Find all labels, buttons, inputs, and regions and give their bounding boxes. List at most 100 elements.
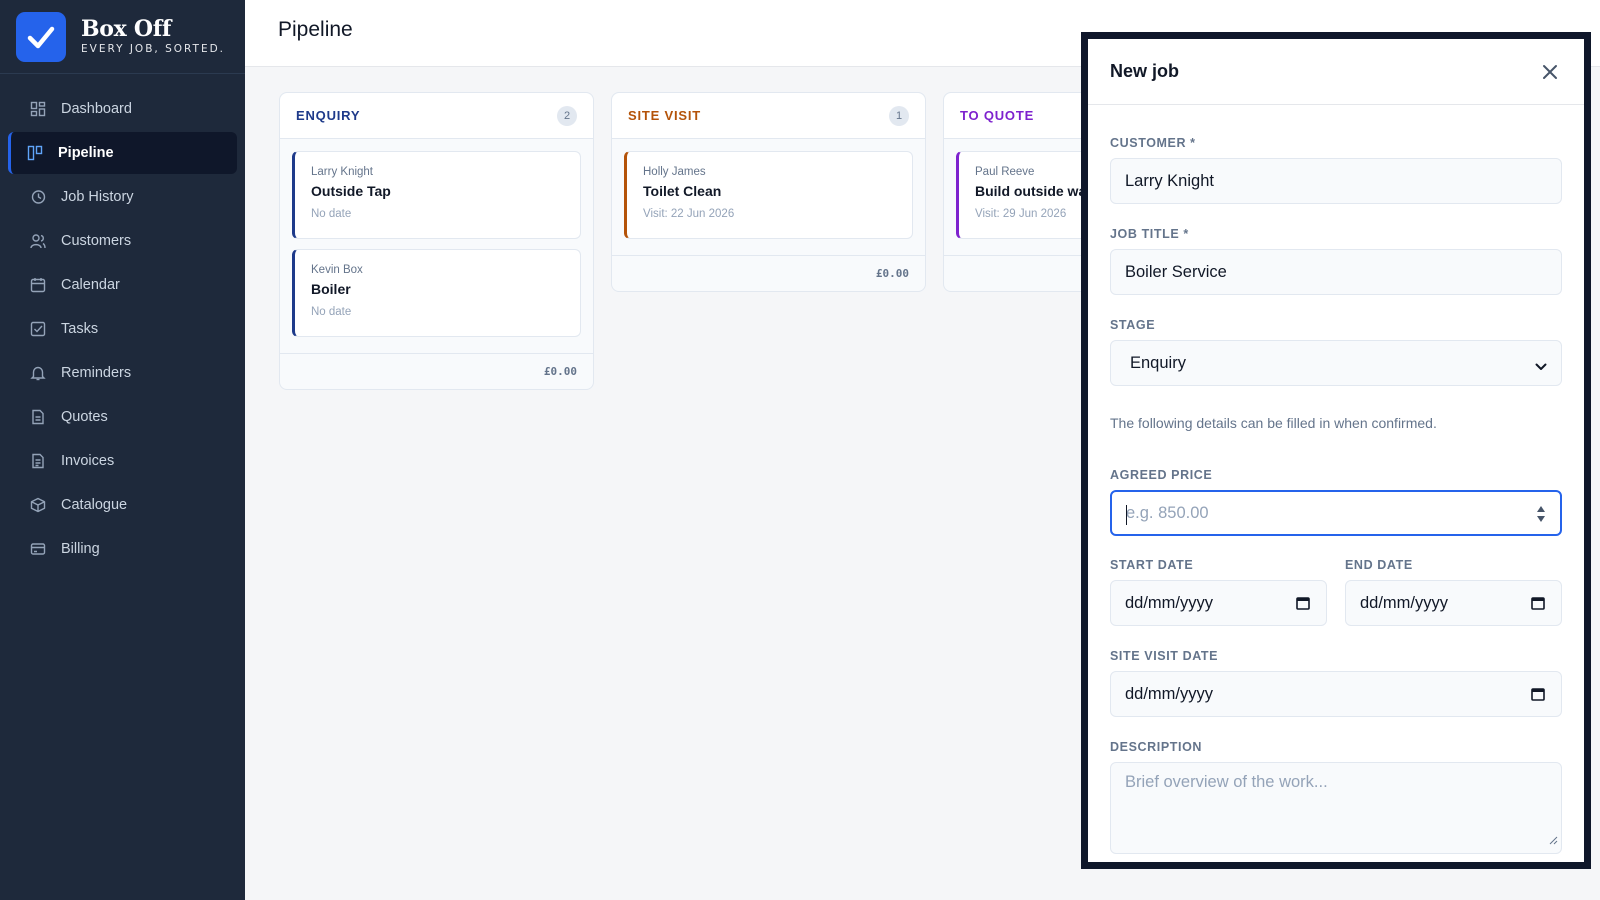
end-date-label: END DATE	[1345, 558, 1413, 572]
sidebar-item-pipeline[interactable]: Pipeline	[8, 132, 237, 174]
sidebar: Box Off EVERY JOB, SORTED. Dashboard Pip…	[0, 0, 245, 900]
start-date-label: START DATE	[1110, 558, 1194, 572]
agreed-price-input[interactable]: e.g. 850.00	[1110, 490, 1562, 536]
brand-tagline: EVERY JOB, SORTED.	[81, 43, 225, 55]
chevron-down-icon	[1535, 358, 1547, 377]
brand[interactable]: Box Off EVERY JOB, SORTED.	[0, 0, 245, 74]
start-date-value: dd/mm/yyyy	[1125, 593, 1214, 612]
sidebar-item-reminders[interactable]: Reminders	[8, 352, 237, 394]
calendar-icon[interactable]	[1531, 687, 1545, 701]
card-date: Visit: 22 Jun 2026	[643, 208, 735, 220]
column-total: £0.00	[612, 255, 925, 291]
job-card[interactable]: Kevin Box Boiler No date	[292, 249, 581, 337]
agreed-price-label: AGREED PRICE	[1110, 468, 1213, 482]
sidebar-item-label: Catalogue	[61, 497, 128, 513]
job-card[interactable]: Larry Knight Outside Tap No date	[292, 151, 581, 239]
sidebar-item-catalogue[interactable]: Catalogue	[8, 484, 237, 526]
job-card[interactable]: Holly James Toilet Clean Visit: 22 Jun 2…	[624, 151, 913, 239]
column-count-badge: 1	[889, 105, 909, 126]
site-visit-date-input[interactable]: dd/mm/yyyy	[1110, 671, 1562, 717]
start-date-input[interactable]: dd/mm/yyyy	[1110, 580, 1327, 626]
card-customer: Holly James	[643, 166, 706, 178]
job-title-label: JOB TITLE *	[1110, 227, 1189, 241]
job-title-value: Boiler Service	[1125, 262, 1227, 281]
checkmark-logo-icon	[16, 11, 66, 62]
calendar-icon	[30, 277, 46, 293]
card-title: Outside Tap	[311, 183, 391, 199]
customer-field[interactable]: Larry Knight	[1110, 158, 1562, 204]
column-count-badge: 2	[557, 105, 577, 126]
card-date: No date	[311, 306, 352, 318]
sidebar-item-invoices[interactable]: Invoices	[8, 440, 237, 482]
column-enquiry: ENQUIRY 2 Larry Knight Outside Tap No da…	[279, 92, 594, 390]
stage-label: STAGE	[1110, 318, 1156, 332]
sidebar-item-job-history[interactable]: Job History	[8, 176, 237, 218]
sidebar-item-label: Invoices	[61, 453, 115, 469]
end-date-value: dd/mm/yyyy	[1360, 593, 1449, 612]
column-title: ENQUIRY	[296, 108, 361, 123]
tasks-icon	[30, 321, 46, 337]
brand-name: Box Off	[81, 16, 172, 42]
invoice-icon	[30, 453, 46, 469]
sidebar-item-dashboard[interactable]: Dashboard	[8, 88, 237, 130]
description-label: DESCRIPTION	[1110, 740, 1203, 754]
stage-select[interactable]: Enquiry	[1110, 340, 1562, 386]
sidebar-item-label: Dashboard	[61, 101, 132, 117]
sidebar-nav: Dashboard Pipeline Job History Customers…	[0, 74, 245, 570]
text-cursor	[1126, 505, 1127, 525]
helper-text: The following details can be filled in w…	[1110, 415, 1437, 431]
column-title: TO QUOTE	[960, 108, 1035, 123]
sidebar-item-tasks[interactable]: Tasks	[8, 308, 237, 350]
users-icon	[30, 233, 46, 249]
sidebar-item-label: Calendar	[61, 277, 120, 293]
close-icon[interactable]	[1538, 60, 1562, 84]
calendar-icon[interactable]	[1531, 596, 1545, 610]
history-icon	[30, 189, 46, 205]
column-header: SITE VISIT 1	[612, 93, 925, 139]
card-date: No date	[311, 208, 352, 220]
description-placeholder: Brief overview of the work...	[1125, 773, 1328, 791]
sidebar-item-billing[interactable]: Billing	[8, 528, 237, 570]
sidebar-item-calendar[interactable]: Calendar	[8, 264, 237, 306]
page-title: Pipeline	[278, 18, 353, 41]
sidebar-item-label: Tasks	[61, 321, 99, 337]
dashboard-icon	[30, 101, 46, 117]
column-title: SITE VISIT	[628, 108, 702, 123]
stage-value: Enquiry	[1130, 353, 1186, 372]
card-title: Toilet Clean	[643, 183, 722, 199]
calendar-icon[interactable]	[1296, 596, 1310, 610]
sidebar-item-quotes[interactable]: Quotes	[8, 396, 237, 438]
sidebar-item-label: Customers	[61, 233, 132, 249]
job-title-field[interactable]: Boiler Service	[1110, 249, 1562, 295]
resize-handle-icon[interactable]	[1549, 831, 1558, 850]
sidebar-item-label: Pipeline	[58, 145, 114, 161]
new-job-panel: New job CUSTOMER * Larry Knight JOB TITL…	[1081, 32, 1591, 869]
sidebar-item-customers[interactable]: Customers	[8, 220, 237, 262]
sidebar-item-label: Billing	[61, 541, 100, 557]
new-job-form: CUSTOMER * Larry Knight JOB TITLE * Boil…	[1088, 136, 1584, 854]
card-customer: Larry Knight	[311, 166, 374, 178]
panel-title: New job	[1110, 61, 1180, 81]
site-visit-date-value: dd/mm/yyyy	[1125, 684, 1214, 703]
sidebar-item-label: Quotes	[61, 409, 108, 425]
site-visit-date-label: SITE VISIT DATE	[1110, 649, 1219, 663]
customer-label: CUSTOMER *	[1110, 136, 1196, 150]
column-site-visit: SITE VISIT 1 Holly James Toilet Clean Vi…	[611, 92, 926, 292]
bell-icon	[30, 365, 46, 381]
column-header: ENQUIRY 2	[280, 93, 593, 139]
card-customer: Kevin Box	[311, 264, 363, 276]
description-textarea[interactable]: Brief overview of the work...	[1110, 762, 1562, 854]
card-icon	[30, 541, 46, 557]
box-icon	[30, 497, 46, 513]
pipeline-icon	[27, 145, 43, 161]
sidebar-item-label: Job History	[61, 189, 134, 205]
end-date-input[interactable]: dd/mm/yyyy	[1345, 580, 1562, 626]
number-spinner-icon[interactable]	[1536, 504, 1546, 529]
document-icon	[30, 409, 46, 425]
panel-header: New job	[1088, 39, 1584, 105]
card-title: Boiler	[311, 281, 351, 297]
column-total: £0.00	[280, 353, 593, 389]
sidebar-item-label: Reminders	[61, 365, 132, 381]
agreed-price-placeholder: e.g. 850.00	[1126, 503, 1209, 522]
customer-value: Larry Knight	[1125, 171, 1214, 190]
